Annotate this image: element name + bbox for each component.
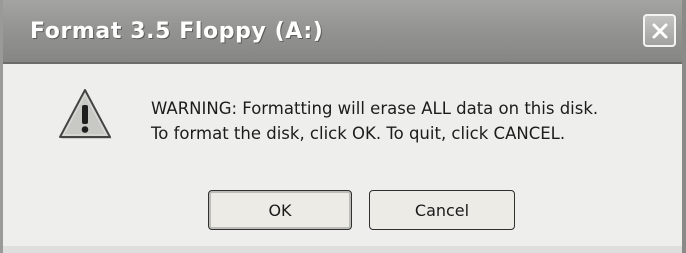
dialog-bottom-edge bbox=[3, 246, 682, 253]
message-line-2: To format the disk, click OK. To quit, c… bbox=[151, 124, 566, 143]
close-button[interactable] bbox=[643, 14, 676, 47]
cancel-button[interactable]: Cancel bbox=[369, 190, 515, 230]
format-dialog: Format 3.5 Floppy (A:) WARNING: Formatti… bbox=[0, 0, 686, 253]
message-line-1: WARNING: Formatting will erase ALL data … bbox=[151, 99, 599, 118]
warning-icon bbox=[57, 86, 113, 142]
warning-message: WARNING: Formatting will erase ALL data … bbox=[151, 96, 598, 146]
ok-button[interactable]: OK bbox=[208, 190, 352, 230]
close-icon bbox=[650, 21, 670, 41]
title-bar[interactable]: Format 3.5 Floppy (A:) bbox=[3, 0, 682, 64]
window-title: Format 3.5 Floppy (A:) bbox=[30, 19, 324, 44]
